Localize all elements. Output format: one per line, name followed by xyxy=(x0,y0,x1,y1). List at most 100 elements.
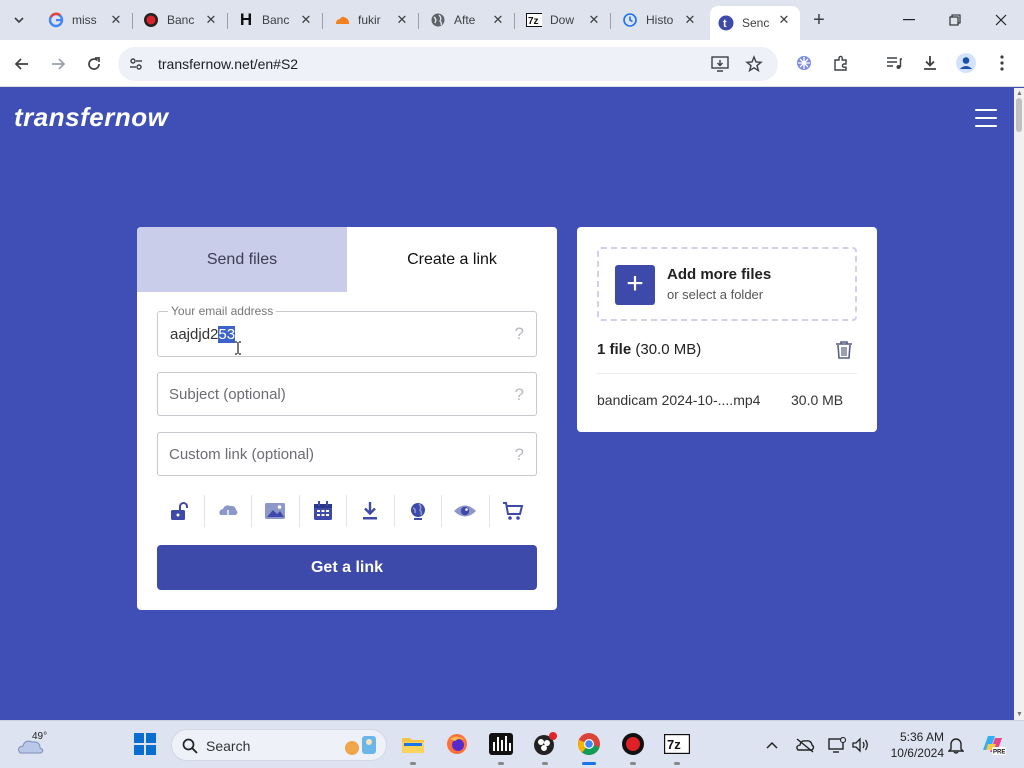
tab-separator xyxy=(227,13,228,29)
transfernow-logo[interactable]: transfernow xyxy=(14,102,168,133)
more-menu-icon[interactable] xyxy=(991,52,1013,74)
trash-icon[interactable] xyxy=(835,340,853,365)
downloads-icon[interactable] xyxy=(919,52,941,74)
file-name: bandicam 2024-10-....mp4 xyxy=(597,392,761,408)
taskbar-search[interactable]: Search xyxy=(171,729,387,761)
tab-8-active[interactable]: t Senc ✕ xyxy=(710,6,800,40)
tab-5[interactable]: Afte ✕ xyxy=(422,6,515,34)
search-icon xyxy=(182,738,198,754)
close-icon[interactable]: ✕ xyxy=(298,12,314,28)
notification-bell-icon[interactable] xyxy=(946,735,966,755)
add-files-dropzone[interactable]: + Add more files or select a folder xyxy=(597,247,857,321)
close-icon[interactable]: ✕ xyxy=(203,12,219,28)
eye-icon[interactable] xyxy=(442,495,490,527)
network-icon[interactable] xyxy=(827,735,847,755)
close-window-button[interactable] xyxy=(978,6,1024,34)
system-clock[interactable]: 5:36 AM 10/6/2024 xyxy=(884,729,944,761)
email-field[interactable]: Your email address aajdjd253 ? xyxy=(157,304,537,357)
tab-strip: miss ✕ Banc ✕ H Banc ✕ fukir ✕ Afte ✕ 7z… xyxy=(0,0,1024,40)
tab-6[interactable]: 7z Dow ✕ xyxy=(518,6,611,34)
weather-widget[interactable]: 49° xyxy=(16,729,52,759)
address-bar[interactable]: transfernow.net/en#S2 xyxy=(118,47,778,81)
close-icon[interactable]: ✕ xyxy=(394,12,410,28)
tab-separator xyxy=(514,13,515,29)
windows-start-icon[interactable] xyxy=(132,731,158,757)
tab-2[interactable]: Banc ✕ xyxy=(135,6,228,34)
show-hidden-icons-chevron-up-icon[interactable] xyxy=(762,735,782,755)
site-info-icon[interactable] xyxy=(128,56,144,77)
bookmark-star-icon[interactable] xyxy=(745,55,763,73)
tab-search-button[interactable] xyxy=(6,7,32,33)
onedrive-offline-icon[interactable] xyxy=(795,735,815,755)
file-count-number: 1 file xyxy=(597,341,632,358)
audio-app-icon[interactable] xyxy=(488,731,514,765)
scroll-down-arrow-icon[interactable]: ▼ xyxy=(1016,711,1023,718)
help-icon[interactable]: ? xyxy=(515,385,524,405)
install-app-icon[interactable] xyxy=(711,55,729,73)
clock-time: 5:36 AM xyxy=(899,730,944,744)
extension-snowflake-icon[interactable] xyxy=(793,52,815,74)
running-indicator xyxy=(498,762,504,765)
add-files-title[interactable]: Add more files xyxy=(667,266,771,283)
close-icon[interactable]: ✕ xyxy=(682,12,698,28)
tab-4[interactable]: fukir ✕ xyxy=(326,6,419,34)
tab-send-files[interactable]: Send files xyxy=(137,227,347,292)
running-indicator-active xyxy=(582,762,596,765)
search-label: Search xyxy=(206,738,251,754)
profile-avatar-icon[interactable] xyxy=(955,52,977,74)
tab-7[interactable]: Histo ✕ xyxy=(614,6,706,34)
image-icon[interactable] xyxy=(252,495,300,527)
new-tab-button[interactable]: + xyxy=(808,9,830,31)
cart-icon[interactable] xyxy=(490,495,538,527)
close-icon[interactable]: ✕ xyxy=(776,12,792,28)
scrollbar-thumb[interactable] xyxy=(1016,98,1022,132)
select-folder-link[interactable]: or select a folder xyxy=(667,287,763,302)
tab-title: fukir xyxy=(358,13,381,27)
media-controls-icon[interactable] xyxy=(883,52,905,74)
page-content: transfernow Send files Create a link You… xyxy=(0,88,1014,720)
minimize-button[interactable] xyxy=(886,6,932,34)
page-scrollbar[interactable]: ▲ ▼ xyxy=(1014,88,1024,720)
cloud-icon[interactable] xyxy=(205,495,252,527)
tab-1[interactable]: miss ✕ xyxy=(40,6,133,34)
lock-icon[interactable] xyxy=(157,495,205,527)
help-icon[interactable]: ? xyxy=(515,324,524,344)
close-icon[interactable]: ✕ xyxy=(108,12,124,28)
copilot-icon[interactable]: PRE xyxy=(980,731,1006,757)
extensions-puzzle-icon[interactable] xyxy=(830,52,852,74)
obs-icon[interactable] xyxy=(532,731,558,765)
tab-separator xyxy=(418,13,419,29)
download-icon[interactable] xyxy=(347,495,395,527)
get-link-button[interactable]: Get a link xyxy=(157,545,537,590)
calendar-icon[interactable] xyxy=(300,495,347,527)
arrow-right-icon xyxy=(52,58,66,70)
chrome-icon[interactable] xyxy=(576,731,602,765)
divider xyxy=(597,373,857,374)
restore-button[interactable] xyxy=(932,6,978,34)
volume-icon[interactable] xyxy=(851,735,871,755)
forward-button[interactable] xyxy=(45,51,71,77)
hamburger-menu-icon[interactable] xyxy=(975,109,997,127)
scroll-up-arrow-icon[interactable]: ▲ xyxy=(1016,90,1023,97)
tab-3[interactable]: H Banc ✕ xyxy=(230,6,323,34)
close-icon xyxy=(995,14,1007,26)
custom-link-field[interactable]: Custom link (optional) ? xyxy=(157,432,537,476)
svg-text:PRE: PRE xyxy=(993,750,1005,756)
reload-button[interactable] xyxy=(81,51,107,77)
search-highlight-illustration-icon xyxy=(345,736,376,755)
file-explorer-icon[interactable] xyxy=(400,731,426,765)
close-icon[interactable]: ✕ xyxy=(586,12,602,28)
close-icon[interactable]: ✕ xyxy=(490,12,506,28)
subject-field[interactable]: Subject (optional) ? xyxy=(157,372,537,416)
firefox-icon[interactable] xyxy=(444,731,470,757)
tab-create-link[interactable]: Create a link xyxy=(347,227,557,292)
tab-separator xyxy=(322,13,323,29)
globe-icon[interactable] xyxy=(395,495,442,527)
back-button[interactable] xyxy=(9,51,35,77)
help-icon[interactable]: ? xyxy=(515,445,524,465)
bandicam-icon[interactable] xyxy=(620,731,646,765)
7zip-icon[interactable]: 7z xyxy=(664,731,690,765)
plus-icon[interactable]: + xyxy=(615,265,655,305)
running-indicator xyxy=(410,762,416,765)
reload-icon xyxy=(88,57,100,70)
